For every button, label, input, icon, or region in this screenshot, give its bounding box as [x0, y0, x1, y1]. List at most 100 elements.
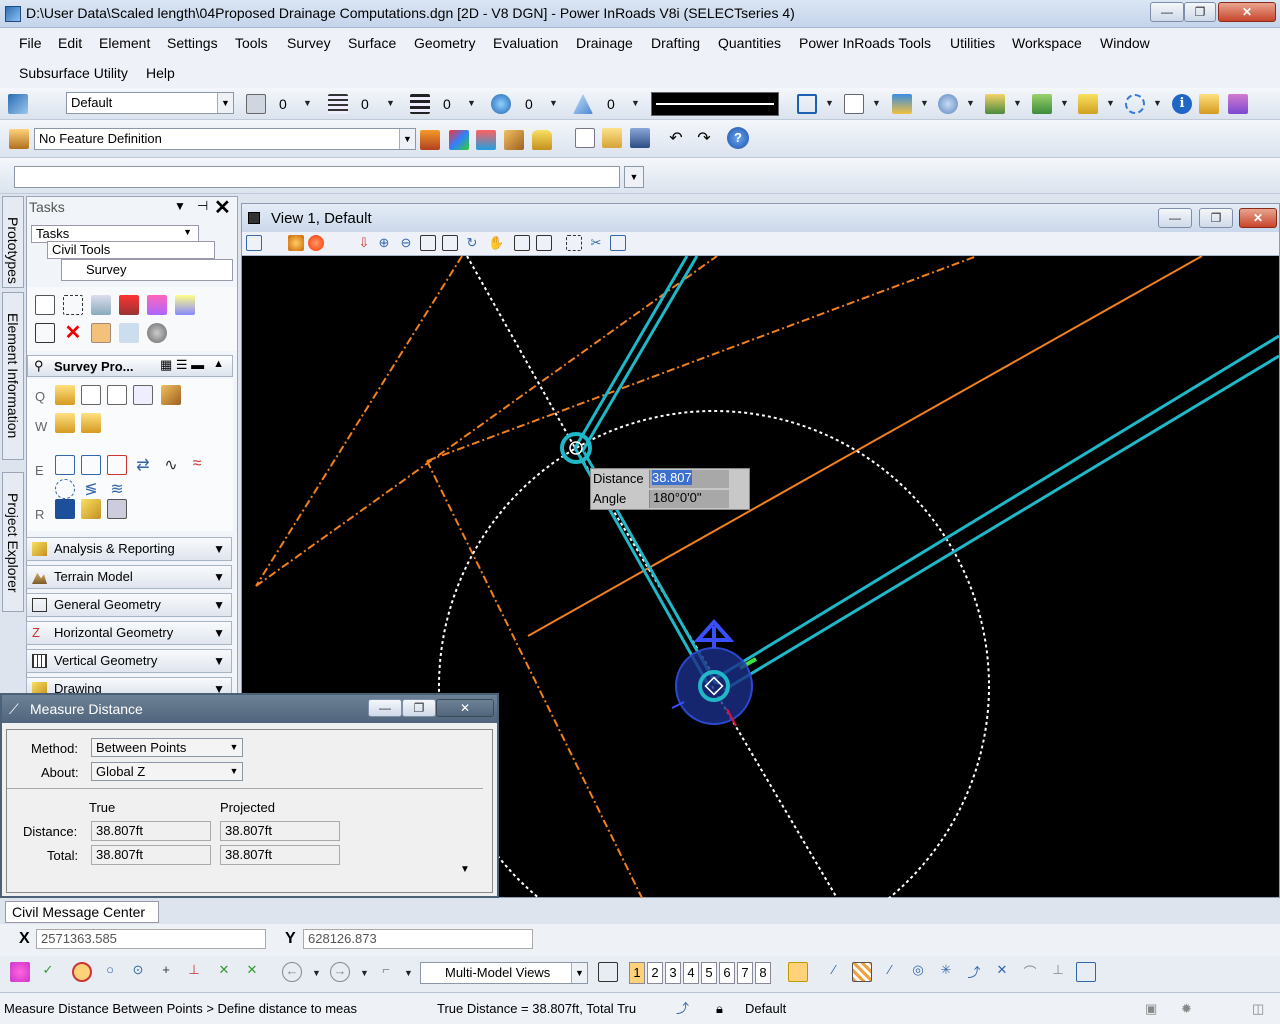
menu-quantities[interactable]: Quantities [718, 35, 781, 51]
network-tool-3-icon[interactable] [107, 455, 127, 475]
weight-chevron-down-icon[interactable]: ▼ [467, 98, 476, 108]
tasks-breadcrumb-survey[interactable]: Survey [61, 259, 233, 281]
snap-intersection-icon[interactable]: ⊙ [128, 962, 148, 982]
color-chevron-down-icon[interactable]: ▼ [303, 98, 312, 108]
survey-pro-header[interactable]: ⚲ Survey Pro... ▦ ☰ ▬ ▲ [27, 355, 233, 377]
status-model-icon[interactable]: ▣ [1145, 997, 1163, 1021]
rotate-tool-icon[interactable]: ⇄ [133, 455, 153, 475]
survey-tool-4-icon[interactable] [119, 295, 139, 315]
keyin-dropdown-button[interactable]: ▼ [624, 166, 644, 188]
snap-nearest-icon[interactable]: ○ [100, 962, 120, 982]
survey-tool-7-icon[interactable] [35, 323, 55, 343]
window-chevron-down-icon[interactable]: ▼ [825, 98, 834, 108]
tooltip-distance-field[interactable]: 38.807 [649, 470, 729, 488]
total-true-field[interactable]: 38.807ft [91, 845, 211, 865]
view-button-6[interactable]: 6 [719, 962, 735, 984]
pointer-tool-icon[interactable] [35, 295, 55, 315]
menu-element[interactable]: Element [99, 35, 150, 51]
priority-icon[interactable] [573, 94, 593, 114]
civil-snap-9-icon[interactable]: ⊥ [1048, 962, 1068, 982]
view-button-4[interactable]: 4 [683, 962, 699, 984]
tab-civil-message-center[interactable]: Civil Message Center [5, 901, 159, 923]
menu-surface[interactable]: Surface [348, 35, 396, 51]
record-tool-icon[interactable] [55, 499, 75, 519]
line-style-icon[interactable] [328, 94, 348, 114]
draw-tool-icon[interactable] [161, 385, 181, 405]
menu-subsurface-utility[interactable]: Subsurface Utility [19, 65, 128, 81]
delete-tool-icon[interactable]: ✕ [63, 323, 83, 343]
section-vertical-geometry[interactable]: Vertical Geometry ▼ [26, 649, 232, 673]
menu-survey[interactable]: Survey [287, 35, 331, 51]
tab-prototypes[interactable]: Prototypes [2, 196, 24, 288]
pin-icon[interactable]: ⊣ [197, 198, 208, 214]
back-chevron-down-icon[interactable]: ▼ [312, 968, 321, 978]
feature-definition-dropdown[interactable]: No Feature Definition ▼ [34, 128, 416, 150]
wave-tool-icon[interactable]: ≋ [107, 479, 127, 499]
models-icon[interactable] [892, 94, 912, 114]
menu-window[interactable]: Window [1100, 35, 1150, 51]
section-terrain-model[interactable]: Terrain Model ▼ [26, 565, 232, 589]
about-dropdown[interactable]: Global Z ▼ [91, 762, 243, 781]
view-button-5[interactable]: 5 [701, 962, 717, 984]
zoom-in-icon[interactable]: ⊕ [376, 235, 392, 251]
view-attributes-icon[interactable] [246, 235, 262, 251]
menu-drafting[interactable]: Drafting [651, 35, 700, 51]
y-coordinate-field[interactable]: 628126.873 [303, 929, 533, 949]
edit-tool-icon[interactable] [81, 385, 101, 405]
menu-utilities[interactable]: Utilities [950, 35, 995, 51]
fit-view-icon[interactable] [442, 235, 458, 251]
open-folder-icon[interactable] [602, 128, 622, 148]
window-icon[interactable] [797, 94, 817, 114]
view-button-1[interactable]: 1 [629, 962, 645, 984]
menu-tools[interactable]: Tools [235, 35, 268, 51]
display-style-icon[interactable] [288, 235, 304, 251]
accudraw-icon[interactable] [10, 962, 30, 982]
help-icon[interactable]: ? [727, 127, 749, 149]
close-panel-icon[interactable]: ✕ [214, 195, 231, 220]
distance-projected-field[interactable]: 38.807ft [220, 821, 340, 841]
query-tool-icon[interactable] [55, 385, 75, 405]
info-icon[interactable]: i [1172, 94, 1192, 114]
view-button-8[interactable]: 8 [755, 962, 771, 984]
redo-icon[interactable]: ↷ [694, 128, 714, 148]
back-icon[interactable]: ← [282, 962, 302, 982]
view-minimize-button[interactable]: — [1158, 208, 1192, 228]
distance-true-field[interactable]: 38.807ft [91, 821, 211, 841]
section-horizontal-geometry[interactable]: Z Horizontal Geometry ▼ [26, 621, 232, 645]
view-next-icon[interactable] [536, 235, 552, 251]
feature-style-icon[interactable] [476, 130, 496, 150]
civil-accudraw-icon[interactable] [788, 962, 808, 982]
snap-mode-icon[interactable]: ⤴ [676, 997, 700, 1021]
level-dropdown[interactable]: Default ▼ [66, 92, 234, 114]
collapse-chevron-up-icon[interactable]: ▲ [213, 358, 224, 370]
civil-snap-7-icon[interactable]: ✕ [992, 962, 1012, 982]
save-icon[interactable] [630, 128, 650, 148]
menu-workspace[interactable]: Workspace [1012, 35, 1082, 51]
layers-chevron-down-icon[interactable]: ▼ [1060, 98, 1069, 108]
civil-snap-4-icon[interactable]: ◎ [908, 962, 928, 982]
view-groups-icon[interactable] [598, 962, 618, 982]
transparency-value[interactable]: 0 [525, 96, 533, 112]
window-tool-icon[interactable] [107, 385, 127, 405]
civil-snap-10-icon[interactable] [1076, 962, 1096, 982]
civil-snap-1-icon[interactable]: ∕ [824, 962, 844, 982]
keyin-input[interactable] [14, 166, 620, 188]
view-close-button[interactable]: ✕ [1239, 208, 1277, 228]
active-line-style-preview[interactable] [651, 92, 779, 116]
pencil-icon[interactable] [504, 130, 524, 150]
civil-snap-2-icon[interactable] [852, 962, 872, 982]
panel-menu-chevron-down-icon[interactable]: ▼ [174, 199, 186, 213]
menu-help[interactable]: Help [146, 65, 175, 81]
menu-geometry[interactable]: Geometry [414, 35, 475, 51]
line-weight-icon[interactable] [410, 94, 430, 114]
select-icon[interactable] [1228, 94, 1248, 114]
menu-drainage[interactable]: Drainage [576, 35, 633, 51]
network-tool-2-icon[interactable] [81, 455, 101, 475]
civil-snap-5-icon[interactable]: ✳ [936, 962, 956, 982]
clip-volume-icon[interactable] [566, 235, 582, 251]
section-general-geometry[interactable]: General Geometry ▼ [26, 593, 232, 617]
lock-status-icon[interactable]: 🔒︎ [716, 997, 732, 1021]
select-region-tool-icon[interactable] [63, 295, 83, 315]
total-projected-field[interactable]: 38.807ft [220, 845, 340, 865]
report-tool-icon[interactable] [133, 385, 153, 405]
